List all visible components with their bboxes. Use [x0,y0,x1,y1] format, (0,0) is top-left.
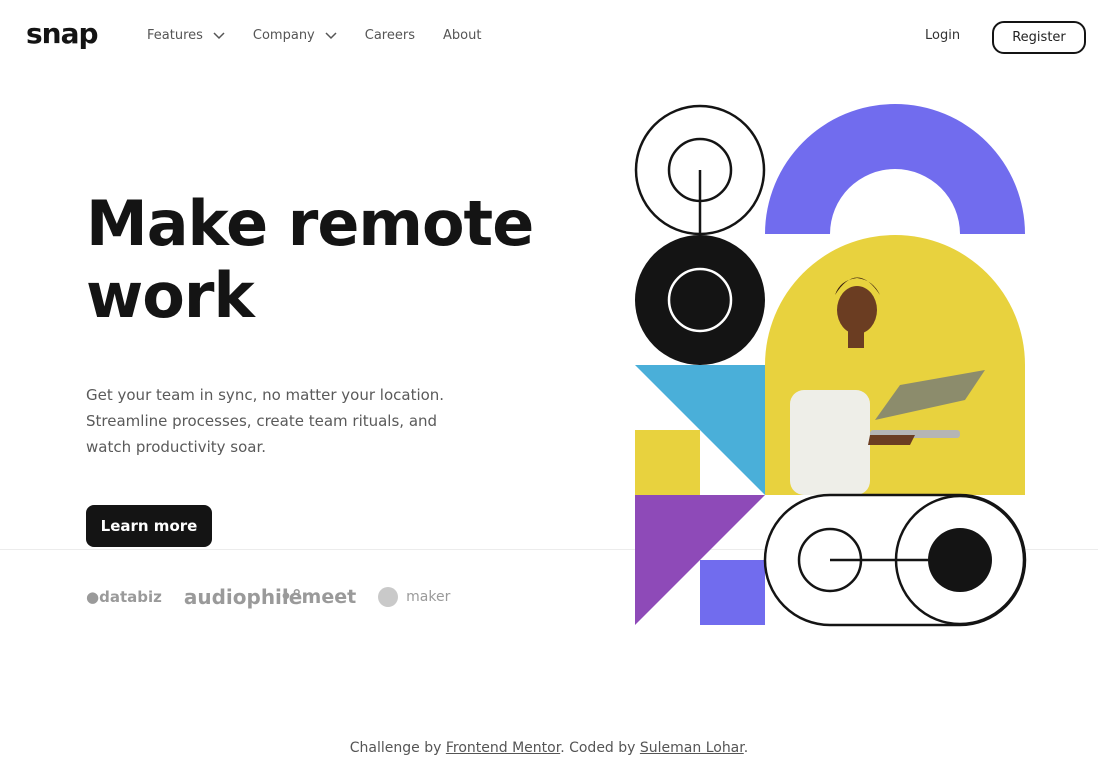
databiz-dot-icon: ● [86,588,100,606]
client-audiophile-logo: audiophile [183,585,303,609]
yellow-square-shape [635,430,700,495]
login-link[interactable]: Login [925,28,960,43]
client-databiz-logo: ●databiz [86,588,162,606]
black-ring-shape [635,235,765,365]
learn-more-button[interactable]: Learn more [86,505,212,547]
snap-logo[interactable]: snap [26,17,99,50]
meet-dots-icon: •° [279,586,302,608]
nav-features-label: Features [147,28,203,43]
maker-circle-icon [378,587,399,607]
hero-subtext: Get your team in sync, no matter your lo… [86,386,445,456]
nav-careers[interactable]: Careers [365,28,415,43]
client-logos: ●databiz audiophile •°meet maker [86,586,472,608]
nav-company[interactable]: Company [253,28,337,43]
frontend-mentor-link[interactable]: Frontend Mentor [446,740,560,756]
nav-about[interactable]: About [443,28,481,43]
hero-illustration [634,104,1027,627]
nav-company-label: Company [252,28,315,43]
client-maker-logo: maker [378,587,450,607]
chevron-down-icon [213,31,225,39]
purple-arch-shape [765,104,1025,234]
nav-about-label: About [442,28,482,43]
nav-features[interactable]: Features [147,28,225,43]
register-button[interactable]: Register [992,21,1086,54]
nav-careers-label: Careers [364,28,415,43]
hero-headline: Make remote work [86,187,534,332]
capsule-shape [763,493,1027,627]
main-nav: Features Company Careers About [147,28,509,43]
author-link[interactable]: Suleman Lohar [640,740,744,756]
chevron-down-icon [325,31,337,39]
attribution-footer: Challenge by Frontend Mentor. Coded by S… [349,740,749,756]
client-meet-logo: •°meet [279,586,357,608]
purple-square-shape [700,560,765,625]
